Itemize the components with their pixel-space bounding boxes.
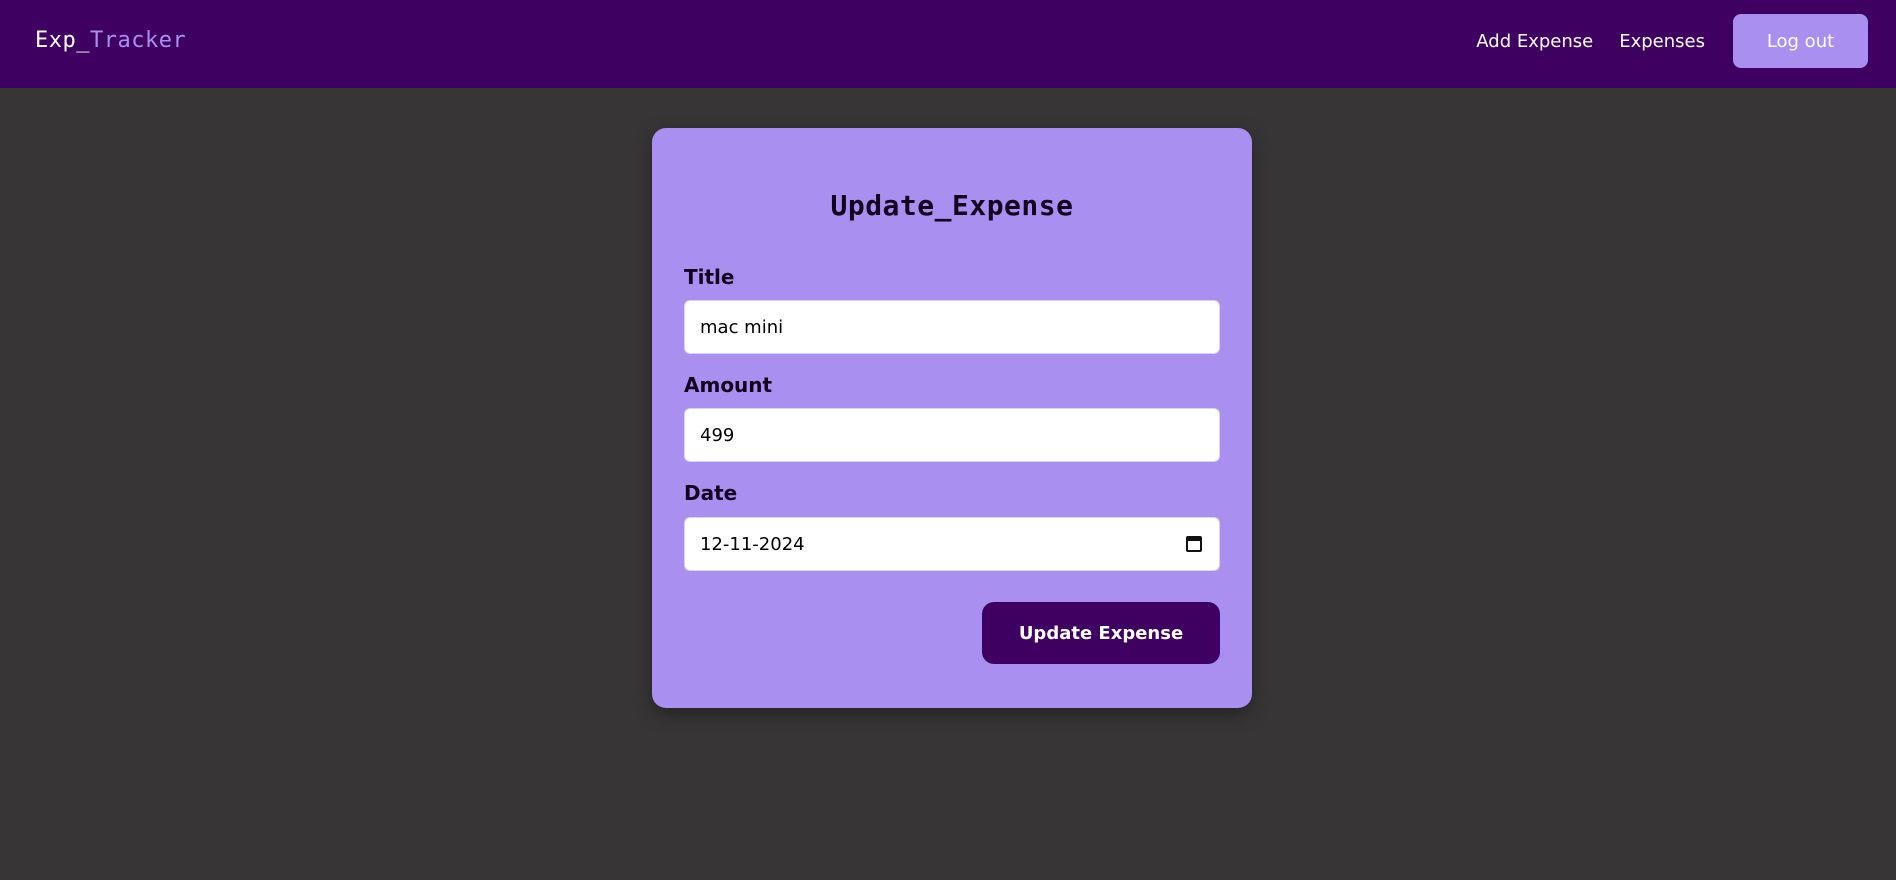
amount-input[interactable]: 499 (684, 408, 1220, 462)
title-label: Title (684, 265, 735, 289)
date-input[interactable]: 12-11-2024 (684, 517, 1220, 571)
brand-text-accent: Tracker (89, 28, 187, 53)
amount-input-value: 499 (700, 424, 735, 446)
nav-link-add-expense[interactable]: Add Expense (1476, 31, 1593, 52)
navbar: Exp_Tracker Add Expense Expenses Log out (0, 0, 1896, 88)
title-input[interactable]: mac mini (684, 300, 1220, 354)
logout-button[interactable]: Log out (1733, 14, 1868, 68)
brand-text-primary: Exp_ (35, 28, 90, 53)
nav-link-expenses[interactable]: Expenses (1619, 31, 1705, 52)
update-expense-button[interactable]: Update Expense (982, 602, 1220, 664)
title-input-value: mac mini (700, 316, 784, 338)
calendar-icon[interactable] (1186, 536, 1202, 552)
form-heading: Update_Expense (830, 189, 1074, 222)
date-label: Date (684, 481, 738, 505)
date-input-value: 12-11-2024 (700, 533, 805, 555)
nav-links: Add Expense Expenses Log out (1476, 14, 1868, 68)
brand-logo[interactable]: Exp_Tracker (35, 28, 186, 53)
amount-label: Amount (684, 373, 773, 397)
